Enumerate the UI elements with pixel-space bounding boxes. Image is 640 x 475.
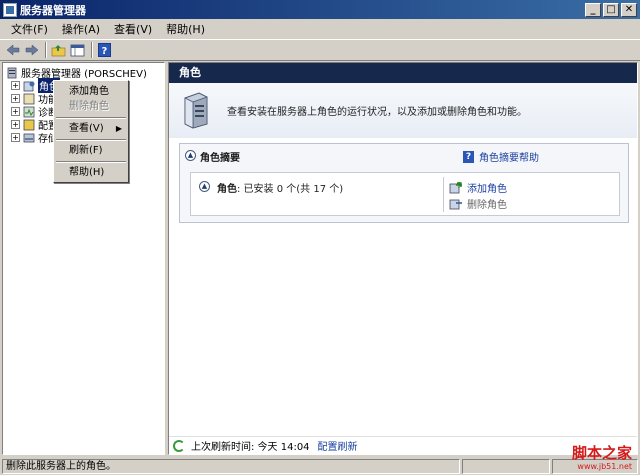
- expand-icon[interactable]: +: [11, 81, 20, 90]
- intro-panel: 查看安装在服务器上角色的运行状况，以及添加或删除角色和功能。: [169, 83, 637, 138]
- help-link-label: 角色摘要帮助: [479, 153, 539, 164]
- roles-count-value: : 已安装 0 个(共 17 个): [237, 184, 344, 195]
- divider: [443, 177, 444, 212]
- watermark-url: www.jb51.net: [577, 462, 632, 471]
- diagnostics-icon: [23, 106, 35, 117]
- collapse-icon[interactable]: ▲: [185, 150, 196, 161]
- watermark: 脚本之家: [571, 444, 632, 462]
- status-panel: [462, 458, 550, 474]
- toolbar-separator: [91, 42, 93, 58]
- maximize-button[interactable]: □: [603, 2, 619, 17]
- roles-summary-help-link[interactable]: ? 角色摘要帮助: [463, 149, 539, 164]
- ctx-separator: [56, 139, 126, 141]
- ctx-separator: [56, 117, 126, 119]
- submenu-arrow-icon: ▶: [115, 124, 122, 133]
- remove-roles-label: 删除角色: [467, 200, 507, 211]
- roles-summary-section: ▲ 角色摘要 ? 角色摘要帮助 ▲ 角色: 已安装 0 个(共 17 个) 添加…: [179, 143, 629, 223]
- expand-icon[interactable]: +: [11, 94, 20, 103]
- roles-count-text: 角色: 已安装 0 个(共 17 个): [217, 180, 343, 195]
- tree-item-storage[interactable]: + 存储: [11, 131, 58, 145]
- roles-summary-header: ▲ 角色摘要 ? 角色摘要帮助: [180, 144, 628, 166]
- add-roles-label: 添加角色: [467, 184, 507, 195]
- refresh-bar: 上次刷新时间: 今天 14:04 配置刷新: [169, 436, 637, 454]
- roles-summary-title: 角色摘要: [200, 153, 240, 164]
- intro-text: 查看安装在服务器上角色的运行状况，以及添加或删除角色和功能。: [227, 107, 527, 118]
- expand-icon[interactable]: +: [11, 133, 20, 142]
- expand-icon[interactable]: +: [11, 120, 20, 129]
- minimize-button[interactable]: _: [585, 2, 601, 17]
- menu-view[interactable]: 查看(V): [107, 21, 159, 37]
- collapse-icon[interactable]: ▲: [199, 181, 210, 192]
- features-icon: [23, 93, 35, 104]
- console-tree-icon[interactable]: [69, 42, 86, 59]
- roles-label: 角色: [217, 184, 237, 195]
- menu-help[interactable]: 帮助(H): [159, 21, 212, 37]
- context-menu: 添加角色 删除角色 查看(V) ▶ 刷新(F) 帮助(H): [53, 80, 129, 183]
- ctx-refresh[interactable]: 刷新(F): [55, 142, 127, 159]
- expand-icon[interactable]: +: [11, 107, 20, 116]
- configure-refresh-link[interactable]: 配置刷新: [318, 438, 358, 453]
- help-icon[interactable]: ?: [96, 42, 113, 59]
- toolbar-separator: [45, 42, 47, 58]
- add-roles-icon: [449, 181, 462, 193]
- server-manager-icon: [3, 2, 17, 17]
- up-folder-icon[interactable]: [50, 42, 67, 59]
- server-icon: [7, 67, 17, 78]
- forward-arrow-icon[interactable]: [23, 42, 40, 59]
- ctx-remove-roles: 删除角色: [69, 101, 109, 112]
- ctx-view-label: 查看(V): [69, 123, 104, 134]
- window-title: 服务器管理器: [20, 3, 86, 17]
- storage-icon: [23, 133, 35, 142]
- roles-status-box: ▲ 角色: 已安装 0 个(共 17 个) 添加角色 删除角色: [190, 172, 620, 216]
- status-text: 删除此服务器上的角色。: [2, 458, 460, 474]
- ctx-help[interactable]: 帮助(H): [55, 164, 127, 181]
- status-bar: 删除此服务器上的角色。: [0, 457, 640, 475]
- last-refresh-text: 上次刷新时间: 今天 14:04: [191, 442, 310, 453]
- details-pane: 角色 查看安装在服务器上角色的运行状况，以及添加或删除角色和功能。 ▲ 角色摘要…: [168, 62, 638, 455]
- ctx-separator: [56, 161, 126, 163]
- server-roles-icon: [184, 92, 208, 129]
- svg-text:?: ?: [102, 46, 108, 57]
- toolbar: ?: [0, 39, 640, 61]
- page-title: 角色: [169, 63, 637, 83]
- refresh-icon[interactable]: [173, 439, 185, 452]
- menu-bar: 文件(F) 操作(A) 查看(V) 帮助(H): [0, 19, 640, 39]
- add-roles-link[interactable]: 添加角色: [449, 180, 507, 195]
- remove-roles-icon: [449, 199, 462, 209]
- configuration-icon: [23, 119, 35, 130]
- help-icon: ?: [463, 150, 474, 163]
- close-button[interactable]: ✕: [621, 2, 637, 17]
- remove-roles-link: 删除角色: [449, 196, 507, 211]
- tree-root[interactable]: 服务器管理器 (PORSCHEV): [6, 66, 147, 80]
- menu-file[interactable]: 文件(F): [4, 21, 55, 37]
- back-arrow-icon[interactable]: [4, 42, 21, 59]
- menu-action[interactable]: 操作(A): [55, 21, 107, 37]
- roles-icon: [23, 81, 35, 91]
- ctx-view[interactable]: 查看(V) ▶: [55, 120, 127, 137]
- title-bar: 服务器管理器 _ □ ✕: [0, 0, 640, 19]
